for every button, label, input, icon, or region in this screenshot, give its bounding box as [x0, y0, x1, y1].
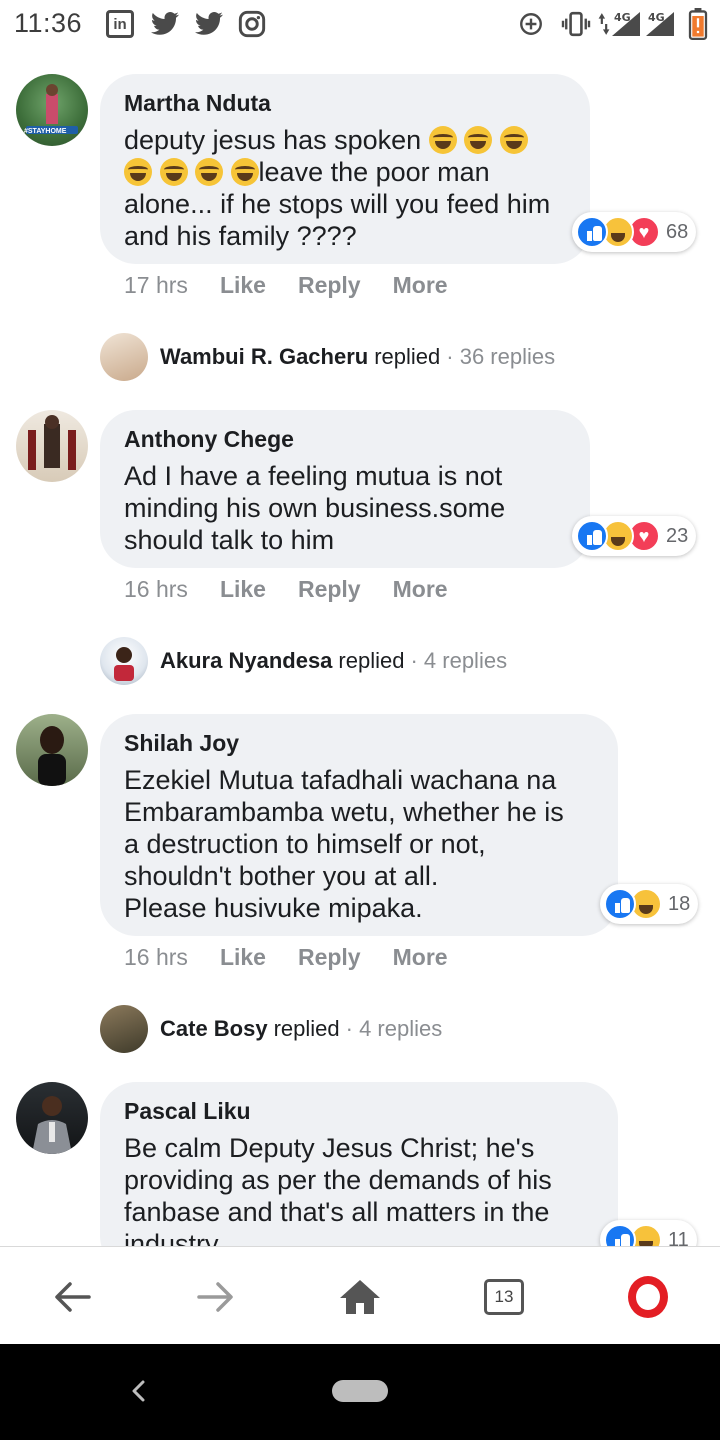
- reaction-count: 18: [668, 892, 691, 915]
- home-icon[interactable]: [332, 1269, 388, 1325]
- replied-label: replied: [273, 1016, 340, 1041]
- like-reaction-icon: [576, 216, 608, 248]
- linkedin-glyph: in: [106, 10, 134, 38]
- laughing-emoji-icon: [499, 126, 528, 154]
- forward-arrow-icon[interactable]: [188, 1269, 244, 1325]
- vibrate-icon: [560, 8, 592, 40]
- laughing-emoji-icon: [124, 158, 152, 186]
- comment-meta: 17 hrs Like Reply More: [124, 272, 448, 299]
- reply-author: Akura Nyandesa: [160, 648, 333, 673]
- comment-meta: 16 hrs Like Reply More: [124, 944, 448, 971]
- reaction-summary[interactable]: 11: [600, 1220, 697, 1246]
- reaction-count: 68: [666, 220, 689, 243]
- like-reaction-icon: [604, 1224, 636, 1246]
- reply-count: · 4 replies: [345, 1016, 443, 1041]
- reply-author: Wambui R. Gacheru: [160, 344, 369, 369]
- comment-text-suffix: leave the poor man alone... if he stops …: [124, 157, 551, 251]
- avatar-badge: #STAYHOME: [24, 128, 67, 135]
- comment-text: Ad I have a feeling mutua is not minding…: [124, 461, 506, 555]
- signal-4g-icon: 4G: [610, 8, 642, 40]
- screen: 11:36 in 4G 4G #STAYHOME Martha Nduta de…: [0, 0, 720, 1440]
- tabs-icon[interactable]: 13: [476, 1269, 532, 1325]
- reply-button[interactable]: Reply: [298, 576, 361, 603]
- reply-author: Cate Bosy: [160, 1016, 268, 1041]
- reply-button[interactable]: Reply: [298, 272, 361, 299]
- avatar: [100, 637, 148, 685]
- opera-logo-shape: [628, 1276, 668, 1318]
- laughing-emoji-icon: [195, 158, 224, 186]
- reaction-count: 11: [668, 1228, 689, 1247]
- reply-count: · 36 replies: [446, 344, 556, 369]
- comment-time: 16 hrs: [124, 944, 188, 970]
- comment-bubble[interactable]: Pascal Liku Be calm Deputy Jesus Christ;…: [100, 1082, 618, 1246]
- reply-count: · 4 replies: [410, 648, 508, 673]
- status-time: 11:36: [14, 8, 83, 38]
- twitter-icon: [150, 10, 180, 38]
- like-button[interactable]: Like: [220, 576, 266, 603]
- replied-label: replied: [374, 344, 441, 369]
- more-button[interactable]: More: [393, 272, 448, 299]
- reaction-summary[interactable]: ♥ 23: [572, 516, 697, 556]
- comment-bubble[interactable]: Anthony Chege Ad I have a feeling mutua …: [100, 410, 590, 568]
- comment-text: Ezekiel Mutua tafadhali wachana na Embar…: [124, 765, 564, 923]
- network-label-2: 4G: [648, 11, 665, 24]
- laughing-emoji-icon: [464, 126, 493, 154]
- data-saver-icon: [518, 8, 544, 40]
- avatar[interactable]: [16, 1082, 88, 1154]
- network-arrows-icon: [598, 8, 610, 40]
- replies-summary[interactable]: Wambui R. Gacheru replied · 36 replies: [100, 332, 555, 382]
- comment-text-prefix: deputy jesus has spoken: [124, 125, 429, 155]
- instagram-icon: [238, 10, 266, 38]
- comment-text: Be calm Deputy Jesus Christ; he's provid…: [124, 1133, 552, 1246]
- status-bar: 11:36 in 4G 4G: [0, 0, 720, 50]
- laughing-emoji-icon: [428, 126, 457, 154]
- comment-bubble[interactable]: Martha Nduta deputy jesus has spoken lea…: [100, 74, 590, 264]
- avatar[interactable]: [16, 410, 88, 482]
- comment-text: deputy jesus has spoken leave the poor m…: [124, 124, 566, 252]
- avatar: [100, 333, 148, 381]
- battery-low-icon: [688, 8, 708, 40]
- system-home-pill[interactable]: [332, 1380, 388, 1402]
- comment-meta: 16 hrs Like Reply More: [124, 576, 448, 603]
- reaction-summary[interactable]: 18: [600, 884, 699, 924]
- reaction-summary[interactable]: ♥ 68: [572, 212, 697, 252]
- like-reaction-icon: [576, 520, 608, 552]
- linkedin-icon: in: [106, 10, 134, 38]
- replied-label: replied: [338, 648, 405, 673]
- laughing-emoji-icon: [230, 158, 259, 186]
- system-back-icon[interactable]: [126, 1378, 152, 1404]
- like-reaction-icon: [604, 888, 636, 920]
- avatar[interactable]: #STAYHOME: [16, 74, 88, 146]
- comment-author[interactable]: Pascal Liku: [124, 1096, 594, 1126]
- comments-feed[interactable]: #STAYHOME Martha Nduta deputy jesus has …: [0, 50, 720, 1246]
- replies-summary[interactable]: Akura Nyandesa replied · 4 replies: [100, 636, 507, 686]
- reaction-count: 23: [666, 524, 689, 547]
- reply-button[interactable]: Reply: [298, 944, 361, 971]
- like-button[interactable]: Like: [220, 944, 266, 971]
- comment-author[interactable]: Anthony Chege: [124, 424, 566, 454]
- twitter-icon: [194, 10, 224, 38]
- more-button[interactable]: More: [393, 576, 448, 603]
- opera-logo-icon[interactable]: [620, 1269, 676, 1325]
- laughing-emoji-icon: [159, 158, 188, 186]
- comment-bubble[interactable]: Shilah Joy Ezekiel Mutua tafadhali wacha…: [100, 714, 618, 936]
- signal-4g-icon: 4G: [644, 8, 676, 40]
- comment-author[interactable]: Martha Nduta: [124, 88, 566, 118]
- comment-time: 16 hrs: [124, 576, 188, 602]
- tabs-count: 13: [484, 1279, 524, 1315]
- avatar[interactable]: [16, 714, 88, 786]
- system-navigation-bar: [0, 1344, 720, 1440]
- back-arrow-icon[interactable]: [44, 1269, 100, 1325]
- like-button[interactable]: Like: [220, 272, 266, 299]
- browser-bottom-bar: 13: [0, 1246, 720, 1344]
- replies-summary[interactable]: Cate Bosy replied · 4 replies: [100, 1004, 442, 1054]
- comment-time: 17 hrs: [124, 272, 188, 298]
- more-button[interactable]: More: [393, 944, 448, 971]
- avatar: [100, 1005, 148, 1053]
- comment-author[interactable]: Shilah Joy: [124, 728, 594, 758]
- network-label-1: 4G: [614, 11, 631, 24]
